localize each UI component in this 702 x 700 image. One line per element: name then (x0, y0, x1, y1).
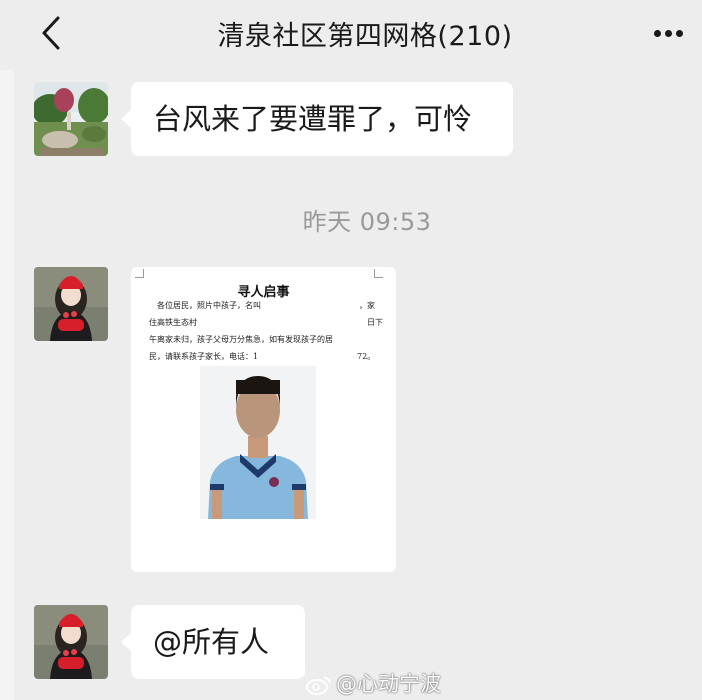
left-edge-strip (0, 0, 14, 700)
weibo-logo-icon (306, 677, 331, 695)
avatar-person-image (34, 267, 108, 341)
avatar[interactable] (34, 267, 108, 341)
notice-title: 寻人启事 (237, 285, 290, 300)
avatar-person-image (34, 605, 108, 679)
chevron-left-icon (42, 16, 60, 50)
watermark-text: @心动宁波 (336, 672, 441, 696)
page-corner-mark (135, 269, 144, 278)
back-button[interactable] (34, 12, 74, 56)
chat-header: 清泉社区第四网格(210) (0, 0, 702, 70)
notice-text-line: 午离家未归，孩子父母万分焦急，如有发现孩子的居 (149, 335, 333, 344)
chat-title: 清泉社区第四网格(210) (217, 21, 513, 52)
avatar[interactable] (34, 82, 108, 156)
notice-text-fragment: ，家 (359, 301, 375, 310)
message-bubble[interactable]: 台风来了要遭罪了，可怜 (121, 82, 513, 156)
message-timestamp: 昨天 09:53 (302, 208, 432, 236)
notice-text-line: 民，请联系孩子家长，电话：1 (149, 352, 259, 361)
message-bubble[interactable]: @所有人 (121, 605, 305, 679)
more-dot (676, 30, 683, 37)
more-options-button[interactable] (646, 18, 690, 48)
notice-text-fragment: 日下 (367, 318, 383, 327)
message-text: @所有人 (153, 625, 270, 659)
image-message[interactable]: 寻人启事 各位居民，照片中孩子，名叫 ，家 住高铁生态村 日下 午离家未归，孩子… (131, 267, 396, 572)
missing-child-photo (200, 366, 316, 519)
notice-text-fragment: 72。 (357, 352, 376, 361)
page-corner-mark (374, 269, 383, 278)
notice-text-line: 住高铁生态村 (149, 318, 197, 327)
avatar-landscape-image (34, 82, 108, 156)
weibo-watermark: @心动宁波 (306, 668, 441, 698)
more-dot (665, 30, 672, 37)
notice-text-line: 各位居民，照片中孩子，名叫 (157, 301, 261, 310)
more-dots-icon (654, 30, 661, 37)
avatar[interactable] (34, 605, 108, 679)
message-text: 台风来了要遭罪了，可怜 (153, 102, 473, 136)
